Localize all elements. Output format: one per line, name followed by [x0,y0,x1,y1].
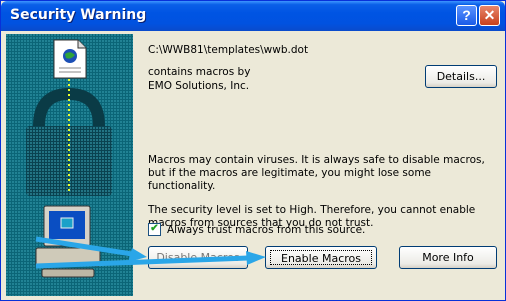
annotation-arrows [35,236,266,269]
annotation-arrow [35,236,147,262]
annotation-arrow [35,251,266,269]
